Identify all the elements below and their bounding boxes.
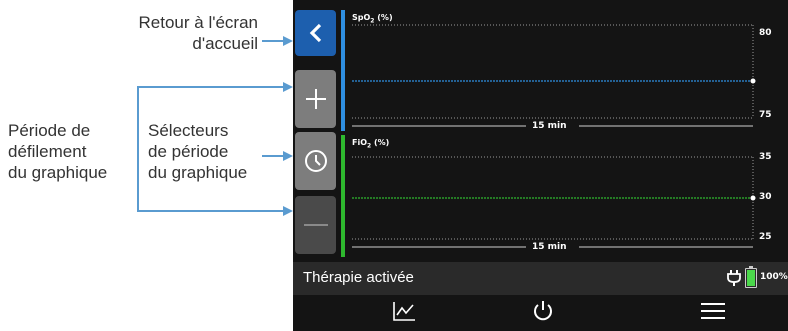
fio2-graph: FiO2 (%) 35 30 25 15 min (341, 135, 788, 257)
arrow-selectors-head (283, 151, 293, 161)
fio2-tick-top: 35 (759, 152, 772, 162)
callout-selectors-line2: de période (148, 142, 229, 161)
callout-scroll-line3: du graphique (8, 163, 108, 182)
spo2-tick-top: 80 (759, 28, 772, 38)
trend-chart-icon (392, 301, 416, 325)
spo2-period: 15 min (532, 121, 567, 131)
callout-scroll-line2: défilement (8, 142, 87, 161)
trend-button[interactable] (379, 300, 429, 326)
fio2-plot (352, 156, 756, 248)
callout-scroll-line1: Période de (8, 121, 91, 140)
callout-home-line2: d'accueil (192, 34, 258, 53)
bracket-bottom (137, 210, 284, 212)
sidebar (293, 0, 338, 260)
battery-icon (745, 266, 757, 288)
menu-icon (700, 301, 726, 325)
menu-button[interactable] (688, 300, 738, 326)
therapy-status: Thérapie activée (303, 269, 414, 286)
arrow-home-head (283, 36, 293, 46)
callout-home: Retour à l'écran d'accueil (110, 12, 258, 54)
battery-percent: 100% (760, 272, 788, 282)
zoom-out-button[interactable] (295, 196, 336, 254)
fio2-tick-bottom: 25 (759, 232, 772, 242)
bracket-vertical (137, 86, 139, 212)
callout-selectors-line3: du graphique (148, 163, 248, 182)
chevron-left-icon (308, 23, 324, 43)
arrow-zoom-in-head (283, 82, 293, 92)
minus-icon (303, 223, 328, 227)
callout-selectors-line1: Sélecteurs (148, 121, 229, 140)
clock-icon (303, 148, 329, 174)
plus-icon (304, 87, 328, 111)
period-button[interactable] (295, 132, 336, 190)
callout-selectors: Sélecteurs de période du graphique (148, 120, 248, 183)
back-button[interactable] (295, 10, 336, 56)
callout-scroll: Période de défilement du graphique (8, 120, 107, 183)
bracket-top (137, 86, 284, 88)
power-icon (532, 300, 554, 326)
arrow-selectors-line (262, 155, 284, 157)
fio2-period: 15 min (532, 242, 567, 252)
arrow-zoom-out-head (283, 206, 293, 216)
zoom-in-button[interactable] (295, 70, 336, 128)
fio2-tick-mid: 30 (759, 192, 772, 202)
device-screen: SpO2 (%) 80 75 15 min FiO2 (%) 35 30 25 (293, 0, 788, 331)
arrow-home-line (262, 40, 284, 42)
bottom-nav (293, 295, 788, 331)
status-bar: Thérapie activée 100% (293, 262, 788, 295)
power-button[interactable] (518, 300, 568, 326)
spo2-tick-bottom: 75 (759, 110, 772, 120)
plug-icon (727, 269, 741, 291)
spo2-graph: SpO2 (%) 80 75 15 min (341, 10, 788, 131)
callout-home-line1: Retour à l'écran (138, 13, 258, 32)
spo2-plot (352, 24, 756, 127)
